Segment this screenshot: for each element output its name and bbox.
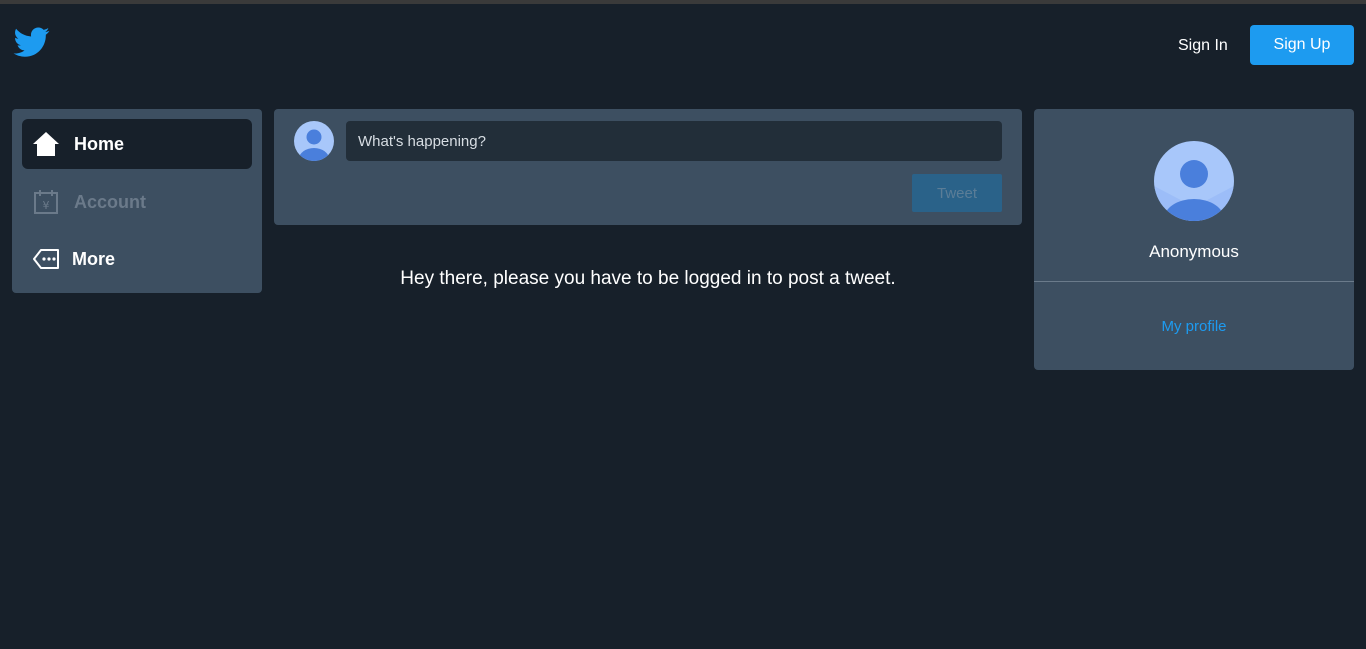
profile-name: Anonymous xyxy=(1149,242,1239,261)
twitter-bird-icon[interactable] xyxy=(12,24,52,60)
home-icon xyxy=(32,130,60,158)
header: Sign In Sign Up xyxy=(0,4,1366,84)
svg-text:¥: ¥ xyxy=(43,199,50,212)
sidebar-nav: Home ¥ Account More xyxy=(12,109,262,293)
calendar-yen-icon: ¥ xyxy=(32,188,60,216)
profile-card: Anonymous My profile xyxy=(1034,109,1354,370)
sidebar-item-label: Home xyxy=(74,133,125,154)
tweet-composer: What's happening? Tweet xyxy=(274,109,1022,225)
signin-link[interactable]: Sign In xyxy=(1178,37,1228,55)
signup-button[interactable]: Sign Up xyxy=(1250,25,1354,65)
my-profile-link[interactable]: My profile xyxy=(1034,318,1354,335)
sidebar-item-label: Account xyxy=(74,191,146,212)
avatar xyxy=(294,121,334,161)
avatar xyxy=(1154,141,1234,221)
tweet-input[interactable]: What's happening? xyxy=(346,121,1002,161)
login-notice: Hey there, please you have to be logged … xyxy=(400,268,896,289)
divider xyxy=(1034,281,1354,282)
sidebar-item-account[interactable]: ¥ Account xyxy=(22,177,252,227)
sidebar-item-home[interactable]: Home xyxy=(22,119,252,169)
tweet-button[interactable]: Tweet xyxy=(912,174,1002,212)
more-tag-icon xyxy=(32,245,60,273)
sidebar-item-label: More xyxy=(72,248,116,269)
sidebar-item-more[interactable]: More xyxy=(22,234,252,284)
